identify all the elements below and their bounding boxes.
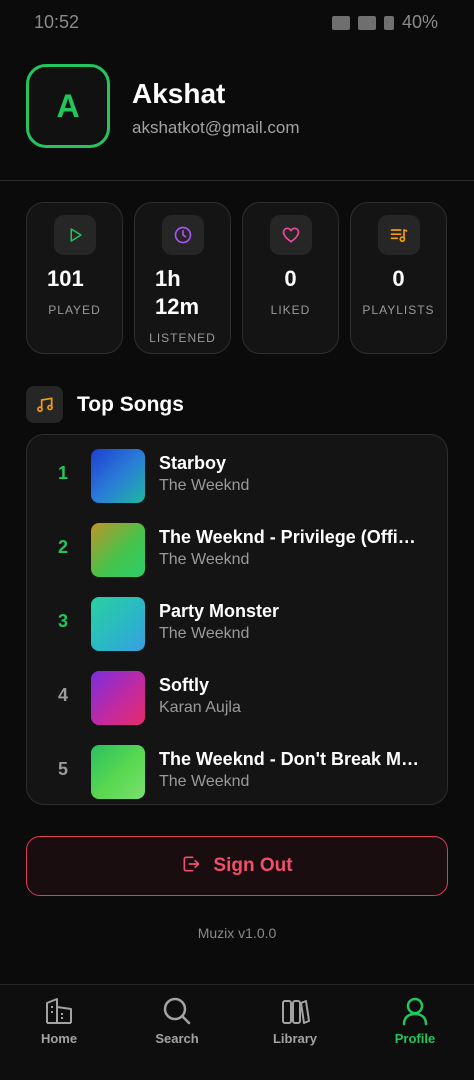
stat-value: 1h 12m [155, 266, 200, 319]
profile-email: akshatkot@gmail.com [132, 118, 300, 137]
stat-label: PLAYLISTS [362, 303, 435, 317]
app-version: Muzix v1.0.0 [197, 925, 277, 941]
list-item[interactable]: 4 Softly Karan Aujla [27, 667, 447, 727]
nav-home[interactable]: Home [0, 985, 118, 1065]
song-title: Starboy [159, 453, 227, 473]
song-artist: Karan Aujla [159, 699, 241, 716]
song-rank: 1 [57, 463, 68, 483]
stat-liked[interactable]: 0 LIKED [242, 202, 339, 354]
song-title: The Weeknd - Privilege (Official Audio) [159, 527, 423, 547]
profile-name: Akshat [132, 78, 226, 109]
nav-profile[interactable]: Profile [356, 985, 474, 1065]
nav-label: Search [155, 1031, 199, 1046]
wifi-icon [331, 15, 350, 30]
music-notes-icon [26, 386, 63, 423]
nav-library[interactable]: Library [236, 985, 354, 1065]
divider [0, 180, 474, 181]
song-rank: 3 [57, 611, 68, 631]
album-art [91, 523, 145, 577]
song-rank: 5 [57, 759, 68, 779]
stat-label: LIKED [270, 303, 311, 317]
nav-label: Profile [394, 1031, 436, 1046]
nav-search[interactable]: Search [118, 985, 236, 1065]
song-title: The Weeknd - Don't Break My Heart [159, 749, 423, 769]
stat-value: 0 [284, 266, 297, 291]
nav-label: Library [272, 1031, 318, 1046]
album-art [91, 449, 145, 503]
status-bar: 10:52 40% [0, 0, 474, 46]
stat-listened[interactable]: 1h 12m LISTENED [134, 202, 231, 354]
song-title: Party Monster [159, 601, 280, 621]
song-artist: The Weeknd [159, 551, 250, 568]
album-art [91, 597, 145, 651]
stat-value: 101 [47, 266, 84, 291]
status-time: 10:52 [34, 12, 80, 32]
bottom-nav: Home Search Library Profile [0, 984, 474, 1080]
avatar-initial: A [56, 87, 80, 124]
list-item[interactable]: 5 The Weeknd - Don't Break My Heart The … [27, 741, 447, 801]
album-art [91, 671, 145, 725]
top-songs-title: Top Songs [77, 393, 184, 416]
library-icon [279, 995, 311, 1027]
playlist-icon [377, 215, 420, 255]
song-title: Softly [159, 675, 210, 695]
clock-icon [161, 215, 204, 255]
top-songs-list: 1 Starboy The Weeknd 2 The Weeknd - Priv… [26, 434, 448, 805]
stat-value: 0 [392, 266, 405, 291]
list-item[interactable]: 3 Party Monster The Weeknd [27, 593, 447, 653]
profile-header: A Akshat akshatkot@gmail.com [26, 64, 448, 150]
song-artist: The Weeknd [159, 773, 250, 790]
stat-played[interactable]: 101 PLAYED [26, 202, 123, 354]
stat-label: LISTENED [149, 331, 216, 345]
status-icons: 40% [331, 12, 438, 33]
play-icon [53, 215, 96, 255]
stat-label: PLAYED [48, 303, 101, 317]
profile-icon [399, 995, 431, 1027]
album-art [91, 745, 145, 799]
song-rank: 4 [57, 685, 68, 705]
song-artist: The Weeknd [159, 477, 250, 494]
search-icon [161, 995, 193, 1027]
sign-out-label: Sign Out [213, 855, 293, 876]
song-artist: The Weeknd [159, 625, 250, 642]
stat-playlists[interactable]: 0 PLAYLISTS [350, 202, 447, 354]
list-item[interactable]: 1 Starboy The Weeknd [27, 445, 447, 505]
home-icon [43, 995, 75, 1027]
battery-icon [383, 15, 394, 30]
battery-level: 40% [401, 12, 438, 32]
signal-icon [357, 15, 376, 30]
song-rank: 2 [57, 537, 68, 557]
stats-row: 101 PLAYED 1h 12m LISTENED 0 LIKED 0 PLA… [26, 202, 448, 354]
avatar[interactable]: A [26, 64, 110, 148]
nav-label: Home [40, 1031, 78, 1046]
heart-icon [269, 215, 312, 255]
sign-out-button[interactable]: Sign Out [26, 836, 448, 896]
list-item[interactable]: 2 The Weeknd - Privilege (Official Audio… [27, 519, 447, 579]
logout-icon [181, 854, 201, 879]
